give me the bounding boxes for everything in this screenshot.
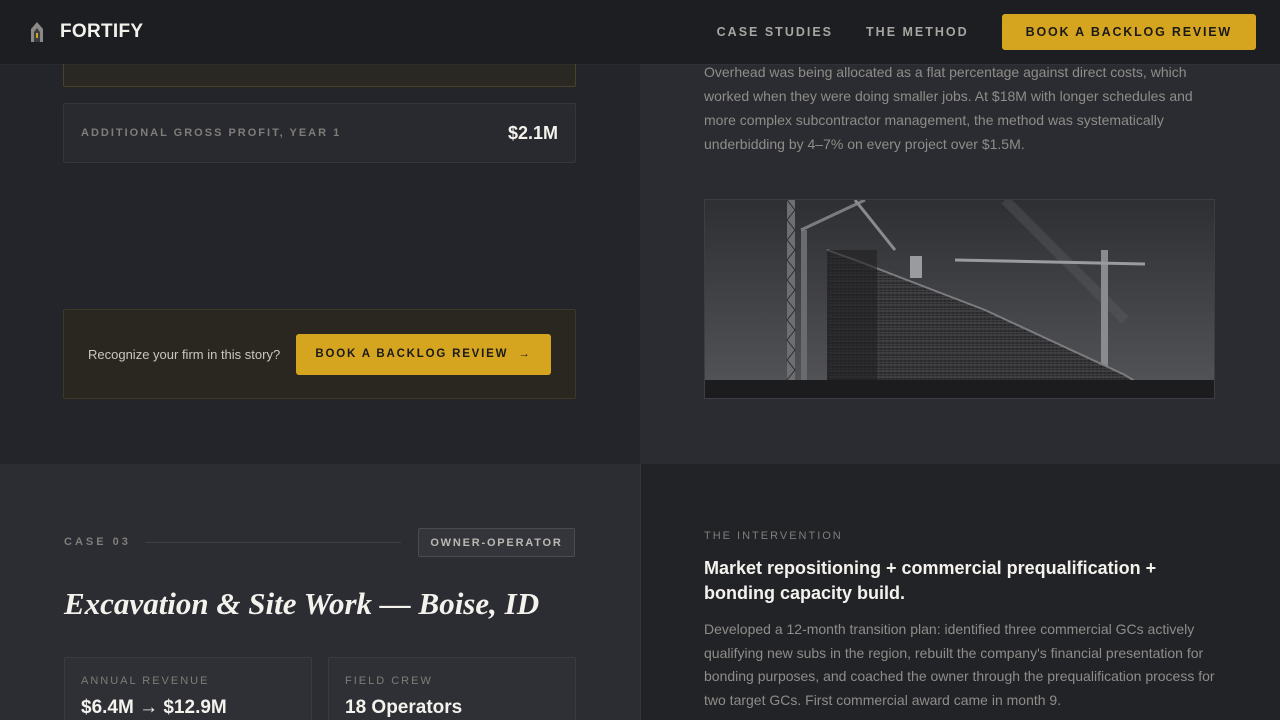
brand[interactable]: FORTIFY (28, 21, 143, 43)
intervention-heading: Market repositioning + commercial prequa… (704, 558, 1157, 603)
case02-body-copy: Overhead was being allocated as a flat p… (704, 64, 1193, 152)
arrow-right-icon: → (518, 348, 532, 360)
intervention-label: THE INTERVENTION (704, 530, 843, 542)
top-navbar: FORTIFY CASE STUDIES THE METHOD BOOK A B… (0, 0, 1280, 64)
stat-label: FIELD CREW (345, 675, 433, 687)
story-cta-box: Recognize your firm in this story? BOOK … (63, 309, 576, 399)
construction-site-photo (704, 199, 1215, 399)
nav-link-the-method[interactable]: THE METHOD (866, 25, 969, 39)
nav-book-review-button[interactable]: BOOK A BACKLOG REVIEW (1001, 14, 1256, 50)
case-category-tag: OWNER-OPERATOR (418, 528, 575, 557)
stat-label: ANNUAL REVENUE (81, 675, 210, 687)
case-divider-line (145, 542, 401, 543)
nav-link-case-studies[interactable]: CASE STUDIES (717, 25, 833, 39)
case02-body-text: Overhead was being allocated as a flat p… (704, 48, 1224, 156)
fortify-logo-icon (31, 22, 43, 42)
metric-value: $2.1M (507, 122, 558, 143)
stat-value: 18 Operators (345, 697, 463, 718)
construction-photo-image (705, 200, 1214, 398)
stat-card-revenue: ANNUAL REVENUE $6.4M → $12.9M (64, 657, 312, 720)
case-number-label: CASE 03 (64, 536, 131, 548)
metric-label: ADDITIONAL GROSS PROFIT, YEAR 1 (81, 127, 342, 139)
book-review-button-label: BOOK A BACKLOG REVIEW (315, 348, 509, 360)
stat-value: $6.4M → $12.9M (81, 697, 227, 718)
intervention-body: Developed a 12-month transition plan: id… (704, 621, 1215, 708)
case-title: Excavation & Site Work — Boise, ID (64, 586, 540, 621)
story-cta-text: Recognize your firm in this story? (88, 346, 281, 362)
nav-links: CASE STUDIES THE METHOD BOOK A BACKLOG R… (684, 14, 1256, 50)
stat-card-field-crew: FIELD CREW 18 Operators (328, 657, 576, 720)
brand-name: FORTIFY (60, 21, 144, 42)
book-review-button[interactable]: BOOK A BACKLOG REVIEW → (296, 333, 551, 375)
metric-row: ADDITIONAL GROSS PROFIT, YEAR 1 $2.1M (63, 103, 576, 163)
